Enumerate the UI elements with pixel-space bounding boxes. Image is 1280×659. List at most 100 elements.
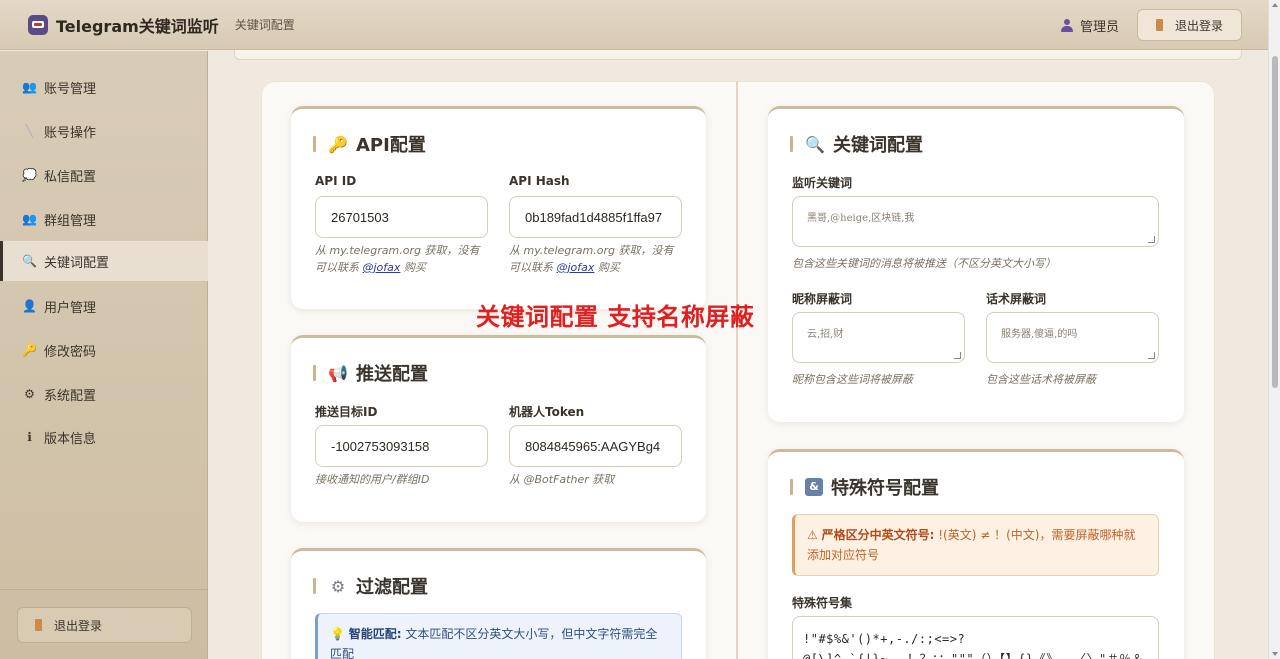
page-scrollbar[interactable] [1268, 0, 1280, 659]
app-title: Telegram关键词监听 [56, 16, 219, 36]
sidebar-item-keywords[interactable]: 🔍 关键词配置 [0, 241, 208, 281]
push-config-card: 📢 推送配置 推送目标ID -1002753093158 接收通知的用户/群组I… [291, 335, 706, 522]
user-icon [1060, 18, 1073, 32]
sidebar-item-password[interactable]: 🔑 修改密码 [0, 330, 208, 370]
bulb-icon: 💡 [330, 627, 345, 641]
phrase-block-hint: 包含这些话术将被屏蔽 [986, 373, 1096, 386]
warning-icon: ⚠ [807, 528, 818, 542]
smart-match-notice: 💡 智能匹配: 文本匹配不区分英文大小写，但中文字符需完全匹配 [315, 613, 682, 659]
info-icon: ℹ [27, 430, 32, 444]
sidebar-item-label: 群组管理 [44, 213, 97, 229]
sidebar-item-groups[interactable]: 👥 群组管理 [0, 199, 208, 239]
hint-suffix: 购买 [403, 261, 426, 274]
card-title-text: 推送配置 [356, 364, 428, 385]
card-title: & 特殊符号配置 [790, 474, 939, 500]
resize-grip-icon[interactable] [1148, 352, 1155, 359]
notice-bold: 智能匹配: [348, 627, 402, 641]
card-title: ⚙ 过滤配置 [313, 573, 428, 599]
symbol-config-card: & 特殊符号配置 ⚠ 严格区分中英文符号: !(英文) ≠ ！(中文)，需要屏蔽… [768, 449, 1184, 659]
symbols-icon: & [805, 478, 823, 496]
group-icon: 👥 [22, 212, 37, 226]
door-icon [35, 619, 42, 631]
sidebar-item-account-ops[interactable]: ╲ 账号操作 [0, 111, 208, 151]
gear-icon: ⚙ [24, 387, 35, 401]
listen-keywords-hint: 包含这些关键词的消息将被推送（不区分英文大小写） [792, 257, 1056, 270]
card-title: 📢 推送配置 [313, 360, 428, 386]
card-title: 🔑 API配置 [313, 131, 426, 157]
logout-label: 退出登录 [54, 618, 103, 633]
sidebar-item-label: 用户管理 [44, 300, 97, 316]
sidebar-item-label: 修改密码 [44, 344, 97, 360]
logout-button[interactable]: 退出登录 [1137, 9, 1242, 41]
column-divider [736, 81, 738, 659]
symbol-set-label: 特殊符号集 [792, 596, 853, 610]
bot-token-label: 机器人Token [509, 405, 585, 419]
textarea-placeholder: 黑哥,@heige,区块链,我 [807, 213, 915, 224]
sidebar-logout-button[interactable]: 退出登录 [17, 607, 192, 643]
user-icon: 👤 [22, 299, 37, 313]
api-hash-input[interactable]: 0b189fad1d4885f1ffa97 [509, 196, 682, 238]
sidebar-item-dm-config[interactable]: 💭 私信配置 [0, 155, 208, 195]
nick-block-hint: 昵称包含这些词将被屏蔽 [792, 373, 913, 386]
listen-keywords-label: 监听关键词 [792, 176, 853, 190]
user-area: 管理员 退出登录 [1060, 9, 1242, 41]
listen-keywords-textarea[interactable]: 黑哥,@heige,区块链,我 [792, 196, 1159, 247]
sidebar-item-label: 关键词配置 [44, 255, 110, 271]
keyword-config-card: 🔍 关键词配置 监听关键词 黑哥,@heige,区块链,我 包含这些关键词的消息… [768, 106, 1184, 422]
contact-link[interactable]: @jofax [557, 261, 595, 274]
symbol-warning-notice: ⚠ 严格区分中英文符号: !(英文) ≠ ！(中文)，需要屏蔽哪种就添加对应符号 [792, 514, 1159, 576]
contact-link[interactable]: @jofax [363, 261, 401, 274]
title-accent [790, 136, 793, 152]
api-hash-hint: 从 my.telegram.org 获取，没有可以联系 @jofax 购买 [509, 242, 684, 276]
phrase-block-label: 话术屏蔽词 [986, 292, 1047, 306]
api-id-label: API ID [315, 174, 357, 188]
target-id-input[interactable]: -1002753093158 [315, 425, 488, 467]
card-title-text: 过滤配置 [356, 577, 428, 598]
card-title-text: API配置 [356, 135, 426, 156]
api-config-card: 🔑 API配置 API ID 26701503 从 my.telegram.or… [291, 106, 706, 309]
key-icon: 🔑 [22, 343, 37, 357]
phrase-block-textarea[interactable]: 服务器,傻逼,的吗 [986, 312, 1159, 363]
sidebar-item-label: 系统配置 [44, 388, 97, 404]
warning-bold: 严格区分中英文符号: [821, 528, 935, 542]
sidebar-item-label: 私信配置 [44, 169, 97, 185]
title-accent [313, 136, 316, 152]
title-accent [790, 479, 793, 495]
api-id-input[interactable]: 26701503 [315, 196, 488, 238]
users-icon: 👥 [22, 80, 37, 94]
scroll-up-arrow-icon[interactable] [1272, 3, 1278, 7]
sidebar-item-accounts[interactable]: 👥 账号管理 [0, 67, 208, 107]
bot-token-input[interactable]: 8084845965:AAGYBg4 [509, 425, 682, 467]
gear-icon: ⚙ [330, 576, 346, 596]
user-name: 管理员 [1079, 19, 1119, 35]
header-strip [234, 50, 1242, 60]
sidebar-item-label: 账号管理 [44, 81, 97, 97]
sidebar: 👥 账号管理 ╲ 账号操作 💭 私信配置 👥 群组管理 🔍 关键词配置 👤 用户… [0, 51, 208, 659]
filter-config-card: ⚙ 过滤配置 💡 智能匹配: 文本匹配不区分英文大小写，但中文字符需完全匹配 [291, 548, 706, 659]
api-hash-label: API Hash [509, 174, 570, 188]
key-icon: 🔑 [328, 134, 348, 154]
textarea-placeholder: 服务器,傻逼,的吗 [1001, 329, 1078, 340]
top-bar: Telegram关键词监听 关键词配置 管理员 退出登录 [0, 0, 1268, 50]
overlay-caption: 关键词配置 支持名称屏蔽 [476, 303, 755, 331]
nick-block-label: 昵称屏蔽词 [792, 292, 853, 306]
textarea-placeholder: 云,招,财 [807, 329, 844, 340]
sidebar-item-system[interactable]: ⚙ 系统配置 [0, 374, 208, 414]
card-title: 🔍 关键词配置 [790, 131, 923, 157]
sidebar-item-version[interactable]: ℹ 版本信息 [0, 417, 208, 457]
symbol-set-textarea[interactable]: !"#$%&'()*+,-./:;<=>?@[\]^_`{|}~、。！？：；""… [792, 616, 1159, 659]
title-accent [313, 365, 316, 381]
bot-token-hint: 从 @BotFather 获取 [509, 473, 615, 486]
chat-icon: 💭 [22, 168, 37, 182]
breadcrumb: 关键词配置 [234, 18, 295, 32]
resize-grip-icon[interactable] [1148, 236, 1155, 243]
title-accent [313, 578, 316, 594]
scroll-thumb[interactable] [1272, 56, 1278, 388]
search-icon: 🔍 [805, 134, 825, 154]
scroll-down-arrow-icon[interactable] [1272, 652, 1278, 656]
robot-logo-icon [28, 14, 48, 35]
resize-grip-icon[interactable] [954, 352, 961, 359]
hint-suffix: 购买 [597, 261, 620, 274]
nick-block-textarea[interactable]: 云,招,财 [792, 312, 965, 363]
sidebar-item-users[interactable]: 👤 用户管理 [0, 286, 208, 326]
